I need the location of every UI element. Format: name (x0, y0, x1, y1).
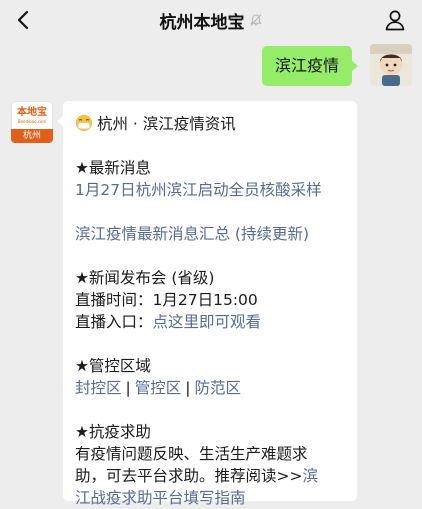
live-time-value: 1月27日15:00 (152, 291, 258, 309)
message-content: 杭州 · 滨江疫情资讯 ★最新消息 1月27日杭州滨江启动全员核酸采样 滨江疫情… (75, 113, 353, 509)
title-wrap: 杭州本地宝 (0, 0, 422, 40)
section-zones-title: ★管控区域 (75, 357, 151, 375)
zone-links-row: 封控区 | 管控区 | 防范区 (75, 377, 353, 399)
account-logo-city: 杭州 (11, 129, 53, 143)
live-entry-label: 直播入口： (75, 313, 153, 331)
my-avatar[interactable] (370, 44, 412, 86)
nav-bar: 杭州本地宝 (0, 0, 422, 40)
help-text-line1: 有疫情问题反映、生活生产难题求 (75, 445, 308, 463)
section-latest-title: ★最新消息 (75, 159, 151, 177)
my-avatar-image (370, 44, 412, 86)
link-lockdown-zone[interactable]: 封控区 (75, 379, 122, 397)
mask-face-emoji (75, 114, 93, 132)
link-control-zone[interactable]: 管控区 (135, 379, 182, 397)
separator: | (185, 379, 191, 397)
contact-icon[interactable] (384, 9, 406, 31)
outgoing-message-bubble[interactable]: 滨江疫情 (261, 46, 359, 86)
link-prevention-zone[interactable]: 防范区 (195, 379, 242, 397)
account-logo-text: 本地宝 (17, 107, 47, 118)
link-help-guide-start[interactable]: 滨 (302, 467, 318, 485)
section-press-title: ★新闻发布会 (省级) (75, 269, 215, 287)
separator: | (125, 379, 131, 397)
account-avatar[interactable]: 本地宝 Bendibao.com 杭州 (11, 101, 53, 143)
link-news-summary[interactable]: 滨江疫情最新消息汇总 (持续更新) (75, 223, 353, 245)
live-time-row: 直播时间：1月27日15:00 (75, 289, 353, 311)
chat-title: 杭州本地宝 (159, 12, 245, 33)
live-entry-row: 直播入口：点这里即可观看 (75, 311, 353, 333)
outgoing-message-text: 滨江疫情 (274, 56, 339, 75)
help-text-line2-text: 助，可去平台求助。推荐阅读>> (75, 467, 303, 485)
section-help-title: ★抗疫求助 (75, 423, 151, 441)
account-logo-sub: Bendibao.com (17, 119, 47, 124)
incoming-message-bubble: 杭州 · 滨江疫情资讯 ★最新消息 1月27日杭州滨江启动全员核酸采样 滨江疫情… (57, 101, 357, 507)
message-header-text: 杭州 · 滨江疫情资讯 (97, 115, 236, 133)
mute-bell-icon (249, 14, 262, 26)
live-time-label: 直播时间： (75, 291, 153, 309)
link-help-guide[interactable]: 江战疫求助平台填写指南 (75, 487, 353, 509)
live-entry-link[interactable]: 点这里即可观看 (153, 313, 262, 331)
help-text-line2: 助，可去平台求助。推荐阅读>>滨 (75, 465, 353, 487)
link-latest-news[interactable]: 1月27日杭州滨江启动全员核酸采样 (75, 179, 353, 201)
message-header: 杭州 · 滨江疫情资讯 (75, 113, 353, 135)
